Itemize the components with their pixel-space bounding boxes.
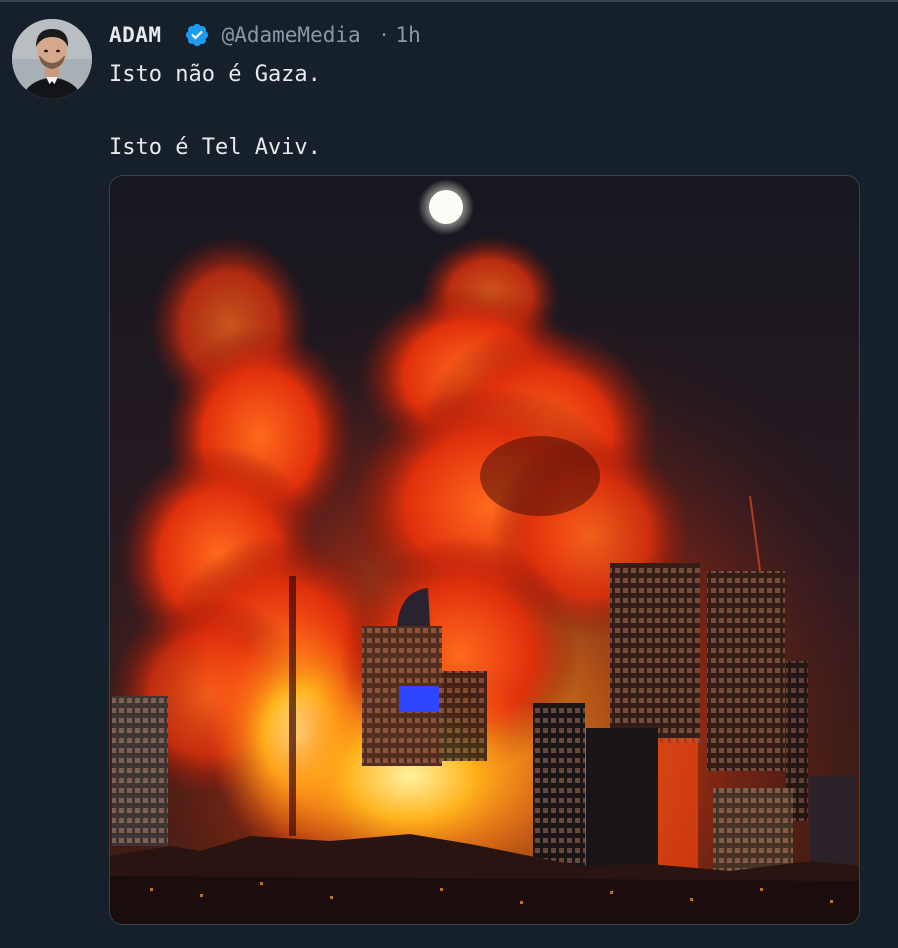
timestamp[interactable]: 1h	[396, 23, 421, 47]
tweet-media[interactable]	[109, 175, 860, 925]
separator-dot: ·	[378, 24, 390, 46]
avatar-image	[12, 19, 92, 99]
avatar[interactable]	[12, 19, 92, 99]
tweet-text-line-1: Isto não é Gaza.	[109, 62, 321, 87]
tweet-header: ADAM @AdameMedia · 1h	[109, 20, 421, 50]
city-fire-photo	[110, 176, 859, 924]
top-divider	[0, 0, 898, 2]
author-handle[interactable]: @AdameMedia	[222, 23, 361, 47]
verified-badge-icon	[184, 22, 210, 48]
author-name[interactable]: ADAM	[109, 23, 162, 47]
tweet-text-line-2: Isto é Tel Aviv.	[109, 135, 321, 160]
